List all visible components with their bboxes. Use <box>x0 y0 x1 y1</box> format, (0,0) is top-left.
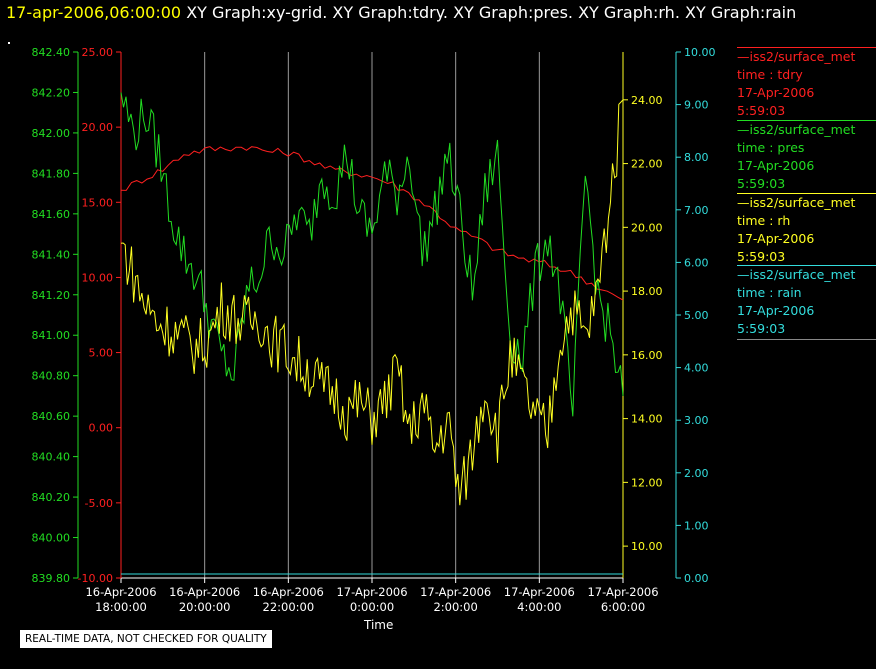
legend-rain: —iss2/surface_met time : rain 17-Apr-200… <box>737 265 876 340</box>
legend-rh-time: 5:59:03 <box>737 249 786 264</box>
y-tick-label-tdry: -5.00 <box>85 497 113 510</box>
x-tick-label-time: 18:00:00 <box>95 600 147 614</box>
y-tick-label-rh: 22.00 <box>631 158 663 171</box>
legend-rh-date: 17-Apr-2006 <box>737 231 815 246</box>
y-tick-label-pres: 840.40 <box>32 451 71 464</box>
legend-pres-time: 5:59:03 <box>737 176 786 191</box>
y-tick-label-pres: 842.20 <box>32 86 71 99</box>
x-tick-label: 16-Apr-2006 <box>169 585 240 599</box>
legend-tdry-source: —iss2/surface_met <box>737 49 856 64</box>
y-tick-label-rh: 12.00 <box>631 476 663 489</box>
y-tick-label-rh: 14.00 <box>631 413 663 426</box>
y-tick-label-tdry: 15.00 <box>82 196 114 209</box>
y-tick-label-rain: 4.00 <box>684 362 709 375</box>
y-tick-label-rh: 24.00 <box>631 94 663 107</box>
y-axis-rain: 0.00 1.00 2.00 3.00 4.00 5.00 6.00 7.00 8.00 9.00… <box>675 46 716 585</box>
y-tick-label-rh: 16.00 <box>631 349 663 362</box>
x-tick-label-time: 20:00:00 <box>179 600 231 614</box>
legend-pres-field: time : pres <box>737 140 805 155</box>
legend-tdry: —iss2/surface_met time : tdry 17-Apr-200… <box>737 47 876 120</box>
x-tick-label-time: 0:00:00 <box>350 600 394 614</box>
legend-rain-date: 17-Apr-2006 <box>737 303 815 318</box>
x-tick-label: 17-Apr-2006 <box>587 585 658 599</box>
legend-pres-source: —iss2/surface_met <box>737 122 856 137</box>
x-tick-label: 17-Apr-2006 <box>336 585 407 599</box>
x-tick-label: 16-Apr-2006 <box>85 585 156 599</box>
y-axis-pres: 839.80 840.00 840.20 840.40 840.60 840.80 841.… <box>32 46 79 585</box>
y-tick-label-pres: 840.00 <box>32 532 71 545</box>
x-tick-label-time: 6:00:00 <box>601 600 645 614</box>
legend-rh: —iss2/surface_met time : rh 17-Apr-2006 … <box>737 193 876 266</box>
legend-rain-time: 5:59:03 <box>737 321 786 336</box>
x-axis-label: Time <box>364 618 394 632</box>
y-tick-label-tdry: 10.00 <box>82 271 114 284</box>
x-tick-labels: 16-Apr-200618:00:0016-Apr-200620:00:0016… <box>85 578 659 614</box>
y-tick-label-tdry: 25.00 <box>82 46 114 59</box>
legend-pres: —iss2/surface_met time : pres 17-Apr-200… <box>737 120 876 193</box>
y-tick-label-pres: 842.40 <box>32 46 71 59</box>
y-tick-label-pres: 841.00 <box>32 329 71 342</box>
y-tick-label-pres: 841.20 <box>32 289 71 302</box>
y-tick-label-rain: 10.00 <box>684 46 716 59</box>
x-tick-label: 17-Apr-2006 <box>504 585 575 599</box>
y-tick-label-tdry: 20.00 <box>82 121 114 134</box>
x-tick-label: 16-Apr-2006 <box>253 585 324 599</box>
y-tick-label-rain: 8.00 <box>684 151 709 164</box>
grid-lines <box>204 52 624 578</box>
legend-rh-source: —iss2/surface_met <box>737 195 856 210</box>
y-tick-label-rain: 2.00 <box>684 467 709 480</box>
y-tick-label-tdry: 5.00 <box>89 347 114 360</box>
legend-rh-field: time : rh <box>737 213 791 228</box>
y-tick-label-rain: 7.00 <box>684 204 709 217</box>
y-tick-label-pres: 841.40 <box>32 248 71 261</box>
y-tick-label-pres: 840.20 <box>32 491 71 504</box>
x-tick-label-time: 4:00:00 <box>517 600 561 614</box>
y-axis-tdry: -10.00 -5.00 0.00 5.00 10.00 15.00 20.00 25.00 <box>78 46 122 585</box>
y-tick-label-rain: 1.00 <box>684 519 709 532</box>
y-tick-label-rain: 6.00 <box>684 256 709 269</box>
x-tick-label-time: 2:00:00 <box>433 600 477 614</box>
y-tick-label-pres: 841.60 <box>32 208 71 221</box>
legend-pres-date: 17-Apr-2006 <box>737 158 815 173</box>
legend-tdry-field: time : tdry <box>737 67 803 82</box>
legend-bottom-rule <box>737 339 876 340</box>
y-tick-label-rh: 18.00 <box>631 285 663 298</box>
legend-rain-field: time : rain <box>737 285 802 300</box>
y-tick-label-pres: 840.60 <box>32 410 71 423</box>
y-tick-label-tdry: -10.00 <box>78 572 113 585</box>
x-tick-label: 17-Apr-2006 <box>420 585 491 599</box>
y-tick-label-pres: 842.00 <box>32 127 71 140</box>
y-tick-label-rh: 10.00 <box>631 540 663 553</box>
legend-rain-source: —iss2/surface_met <box>737 267 856 282</box>
y-axis-rh: 10.00 12.00 14.00 16.00 18.00 20.00 22.00 24.00 <box>622 52 663 578</box>
x-tick-label-time: 22:00:00 <box>263 600 315 614</box>
y-tick-label-rh: 20.00 <box>631 221 663 234</box>
y-tick-label-rain: 3.00 <box>684 414 709 427</box>
y-tick-label-pres: 839.80 <box>32 572 71 585</box>
legend-tdry-date: 17-Apr-2006 <box>737 85 815 100</box>
y-tick-label-tdry: 0.00 <box>89 422 114 435</box>
y-tick-label-rain: 5.00 <box>684 309 709 322</box>
y-tick-label-pres: 840.80 <box>32 370 71 383</box>
y-tick-label-rain: 9.00 <box>684 99 709 112</box>
y-tick-label-rain: 0.00 <box>684 572 709 585</box>
legend-tdry-time: 5:59:03 <box>737 103 786 118</box>
y-tick-label-pres: 841.80 <box>32 167 71 180</box>
quality-disclaimer: REAL-TIME DATA, NOT CHECKED FOR QUALITY <box>20 630 272 648</box>
